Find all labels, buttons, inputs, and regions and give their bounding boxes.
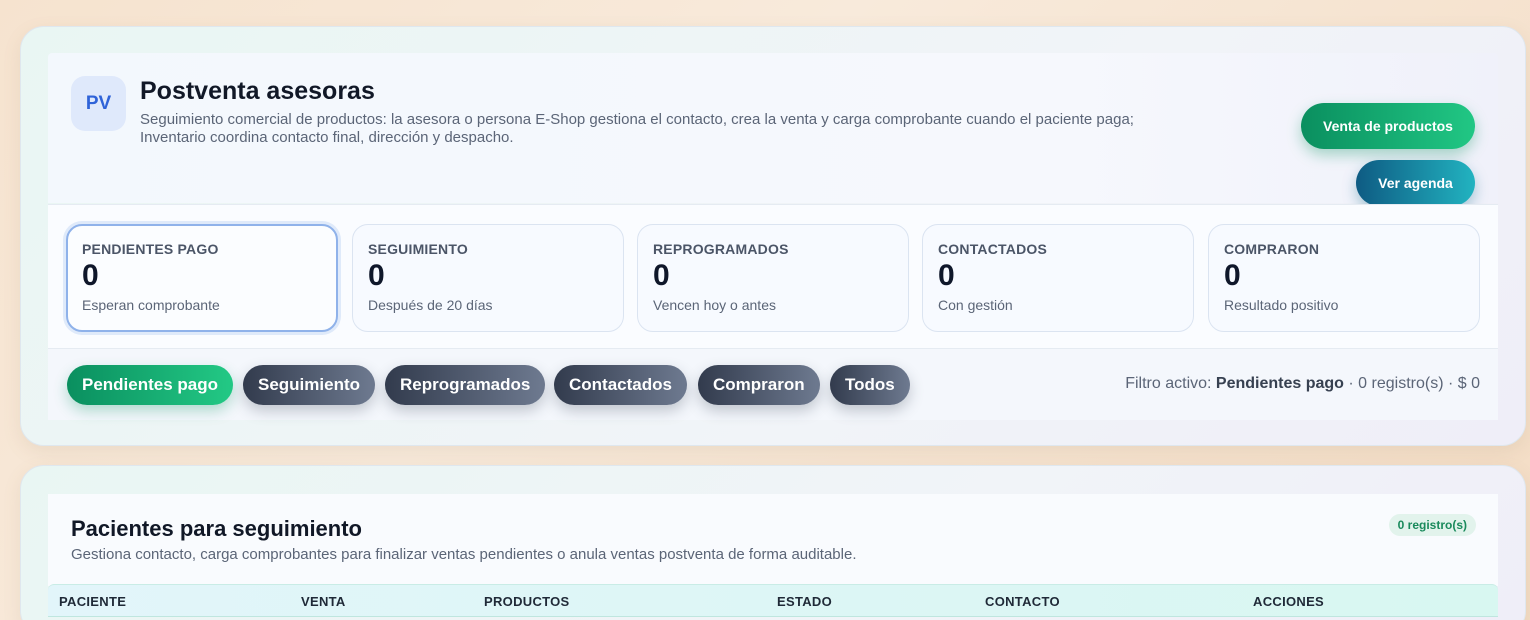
patients-header: Pacientes para seguimiento Gestiona cont… [48, 494, 1498, 586]
filter-chip-follow-up[interactable]: Seguimiento [243, 365, 376, 405]
stat-caption: Vencen hoy o antes [653, 297, 776, 313]
stat-card-pending-payment[interactable]: PENDIENTES PAGO 0 Esperan comprobante [66, 224, 338, 332]
column-header-status[interactable]: ESTADO [777, 594, 832, 609]
stat-label: PENDIENTES PAGO [82, 241, 219, 257]
stat-card-follow-up[interactable]: SEGUIMIENTO 0 Después de 20 días [352, 224, 624, 332]
table-header: PACIENTE VENTA PRODUCTOS ESTADO CONTACTO… [48, 584, 1498, 617]
column-header-contact[interactable]: CONTACTO [985, 594, 1060, 609]
stat-value: 0 [938, 259, 955, 292]
stat-card-rescheduled[interactable]: REPROGRAMADOS 0 Vencen hoy o antes [637, 224, 909, 332]
product-sale-button[interactable]: Venta de productos [1301, 103, 1475, 149]
section-description: Gestiona contacto, carga comprobantes pa… [71, 546, 857, 563]
column-header-products[interactable]: PRODUCTOS [484, 594, 570, 609]
filter-chip-pending-payment[interactable]: Pendientes pago [67, 365, 234, 405]
stat-label: COMPRARON [1224, 241, 1320, 257]
stat-caption: Esperan comprobante [82, 297, 220, 313]
filter-chip-contacted[interactable]: Contactados [554, 365, 687, 405]
stat-label: SEGUIMIENTO [368, 241, 468, 257]
active-filter-prefix: Filtro activo: [1125, 375, 1212, 392]
stat-label: CONTACTADOS [938, 241, 1048, 257]
page-header: PV Postventa asesoras Seguimiento comerc… [48, 53, 1498, 206]
module-avatar: PV [71, 76, 126, 131]
column-header-sale[interactable]: VENTA [301, 594, 346, 609]
view-agenda-button[interactable]: Ver agenda [1356, 160, 1475, 206]
stat-caption: Con gestión [938, 297, 1013, 313]
stat-label: REPROGRAMADOS [653, 241, 789, 257]
patients-panel: Pacientes para seguimiento Gestiona cont… [20, 465, 1526, 620]
column-header-actions[interactable]: ACCIONES [1253, 594, 1324, 609]
section-title: Pacientes para seguimiento [71, 516, 362, 541]
stat-value: 0 [368, 259, 385, 292]
filter-chip-rescheduled[interactable]: Reprogramados [385, 365, 546, 405]
active-filter-status: Filtro activo: Pendientes pago · 0 regis… [1125, 375, 1480, 393]
active-filter-name: Pendientes pago [1215, 375, 1344, 392]
summary-panel: PV Postventa asesoras Seguimiento comerc… [20, 26, 1526, 446]
stat-caption: Después de 20 días [368, 297, 493, 313]
stat-caption: Resultado positivo [1224, 297, 1339, 313]
stat-value: 0 [82, 259, 99, 292]
filter-bar: Pendientes pago Seguimiento Reprogramado… [48, 348, 1498, 420]
record-count-badge: 0 registro(s) [1388, 514, 1476, 536]
stat-value: 0 [653, 259, 670, 292]
page-description: Seguimiento comercial de productos: la a… [140, 111, 1134, 146]
page-title: Postventa asesoras [140, 77, 375, 105]
stats-row: PENDIENTES PAGO 0 Esperan comprobante SE… [48, 204, 1498, 348]
stat-card-purchased[interactable]: COMPRARON 0 Resultado positivo [1208, 224, 1480, 332]
stat-card-contacted[interactable]: CONTACTADOS 0 Con gestión [922, 224, 1194, 332]
active-filter-summary: · 0 registro(s) · $ 0 [1348, 375, 1480, 392]
column-header-patient[interactable]: PACIENTE [59, 594, 126, 609]
filter-chip-all[interactable]: Todos [830, 365, 910, 405]
stat-value: 0 [1224, 259, 1241, 292]
filter-chip-purchased[interactable]: Compraron [698, 365, 820, 405]
